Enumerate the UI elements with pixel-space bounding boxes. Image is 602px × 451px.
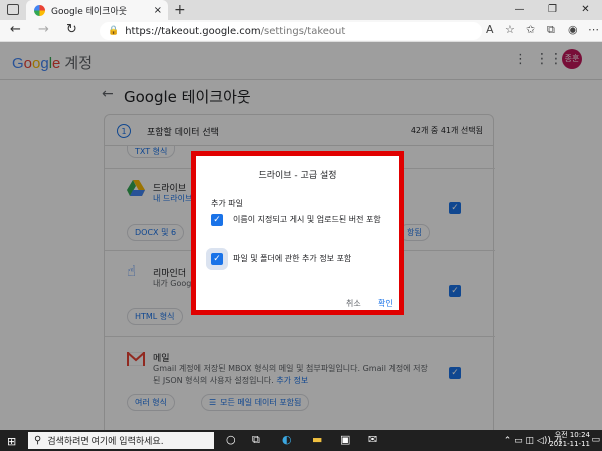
extra-metadata-checkbox[interactable]: ✓ xyxy=(211,253,223,265)
extra-metadata-label: 파일 및 폴더에 관한 추가 정보 포함 xyxy=(233,254,352,263)
clock-time: 오전 10:24 xyxy=(554,431,590,439)
favorite-star-icon[interactable]: ☆ xyxy=(505,23,515,36)
dialog-section-label: 추가 파일 xyxy=(211,199,243,208)
cortana-icon[interactable]: ○ xyxy=(226,433,236,446)
address-bar[interactable]: 🔒 https://takeout.google.com/settings/ta… xyxy=(100,22,482,40)
lock-icon: 🔒 xyxy=(108,26,120,36)
favorites-list-icon[interactable]: ✩ xyxy=(526,23,535,36)
tab-close-button[interactable]: × xyxy=(154,5,162,16)
taskbar-clock[interactable]: 오전 10:24 2021-11-11 xyxy=(549,431,590,449)
windows-taskbar: ⊞ ⚲ 검색하려면 여기에 입력하세요. ○ ⧉ ◐ ▬ ▣ ✉ ⌃ ▭ ◫ ◁… xyxy=(0,430,602,451)
option-extra-metadata[interactable]: ✓ 파일 및 폴더에 관한 추가 정보 포함 xyxy=(211,253,393,265)
windows-start-icon[interactable]: ⊞ xyxy=(7,435,16,448)
store-icon[interactable]: ▣ xyxy=(340,433,350,446)
url-path: /settings/takeout xyxy=(260,25,346,37)
profile-icon[interactable]: ◉ xyxy=(568,23,578,36)
url-host: https://takeout.google.com xyxy=(125,25,261,37)
file-explorer-icon[interactable]: ▬ xyxy=(312,433,322,446)
window-controls: — ❐ ✕ xyxy=(503,0,602,20)
mail-icon[interactable]: ✉ xyxy=(368,433,377,446)
maximize-button[interactable]: ❐ xyxy=(536,0,569,20)
minimize-button[interactable]: — xyxy=(503,0,536,20)
collections-icon[interactable]: ⧉ xyxy=(547,23,555,37)
notification-icon[interactable]: ▭ xyxy=(591,435,600,445)
search-icon: ⚲ xyxy=(34,435,42,446)
edge-icon[interactable]: ◐ xyxy=(282,433,292,446)
more-menu-icon[interactable]: ⋯ xyxy=(588,23,599,36)
cancel-button[interactable]: 취소 xyxy=(346,298,361,309)
close-window-button[interactable]: ✕ xyxy=(569,0,602,20)
forward-arrow-icon[interactable]: → xyxy=(38,22,49,37)
option-published-versions[interactable]: ✓ 이름이 지정되고 게시 및 업로드된 버전 포함 xyxy=(211,214,393,226)
published-versions-label: 이름이 지정되고 게시 및 업로드된 버전 포함 xyxy=(233,215,381,224)
tab-actions-icon[interactable] xyxy=(7,4,19,15)
published-versions-checkbox[interactable]: ✓ xyxy=(211,214,223,226)
back-arrow-icon[interactable]: ← xyxy=(10,22,21,37)
tab-title: Google 테이크아웃 xyxy=(51,6,127,17)
browser-toolbar: ← → ↻ 🔒 https://takeout.google.com/setti… xyxy=(0,20,602,42)
read-aloud-icon[interactable]: A xyxy=(486,23,494,36)
clock-date: 2021-11-11 xyxy=(549,440,590,448)
task-view-icon[interactable]: ⧉ xyxy=(252,433,260,447)
advanced-settings-dialog: 드라이브 - 고급 설정 추가 파일 ✓ 이름이 지정되고 게시 및 업로드된 … xyxy=(191,151,404,315)
refresh-icon[interactable]: ↻ xyxy=(66,22,77,37)
dialog-title: 드라이브 - 고급 설정 xyxy=(258,171,337,181)
new-tab-button[interactable]: + xyxy=(174,2,186,18)
browser-tab[interactable]: Google 테이크아웃 × xyxy=(26,0,168,20)
search-placeholder: 검색하려면 여기에 입력하세요. xyxy=(47,437,164,447)
taskbar-search-input[interactable]: ⚲ 검색하려면 여기에 입력하세요. xyxy=(28,432,214,449)
google-favicon-icon xyxy=(34,4,45,16)
tab-bar: Google 테이크아웃 × + — ❐ ✕ xyxy=(0,0,602,20)
confirm-button[interactable]: 확인 xyxy=(378,298,393,309)
